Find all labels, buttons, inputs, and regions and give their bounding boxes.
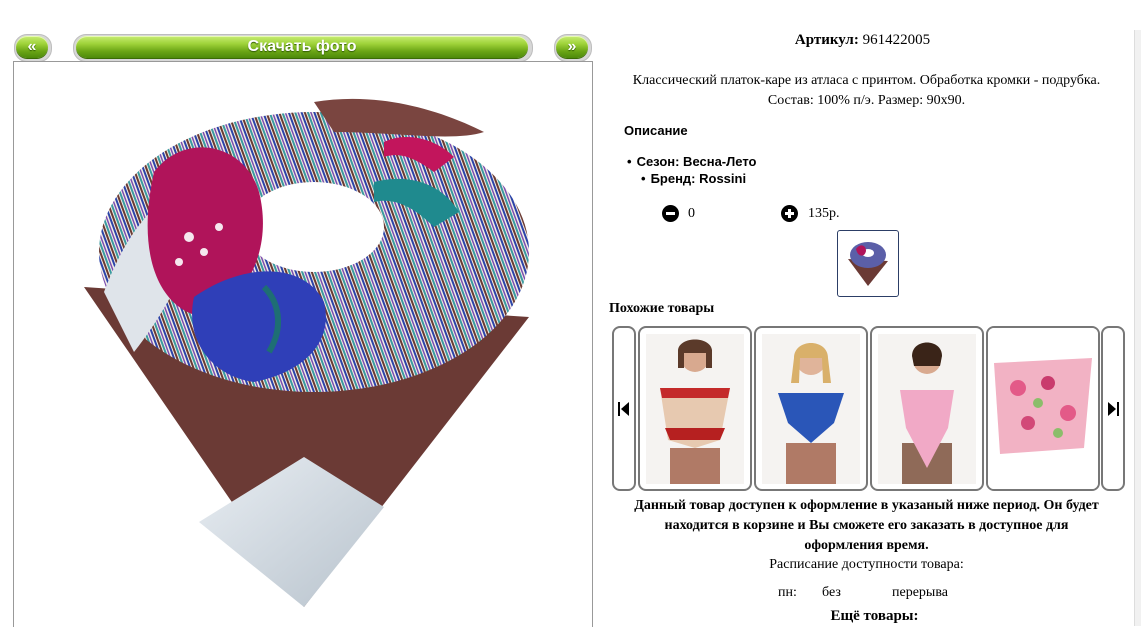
availability-notice: Данный товар доступен к оформление в ука… <box>592 496 1141 556</box>
product-photo[interactable] <box>14 62 592 627</box>
skip-back-icon <box>618 402 629 416</box>
availability-line-1: Данный товар доступен к оформление в ука… <box>634 498 1099 513</box>
property-brand-text: Бренд: Rossini <box>650 171 747 186</box>
next-photo-button[interactable]: » <box>556 36 588 58</box>
similar-item-2-image <box>762 334 860 484</box>
similar-item-4-image <box>988 328 1098 489</box>
photo-thumbnail[interactable] <box>837 230 899 297</box>
description-section-title: Описание <box>624 123 688 138</box>
schedule-title: Расписание доступности товара: <box>769 557 964 572</box>
schedule-to: перерыва <box>892 585 948 600</box>
description-line-2: Состав: 100% п/э. Размер: 90x90. <box>767 93 966 108</box>
skip-forward-icon <box>1108 402 1119 416</box>
plus-icon[interactable] <box>781 205 798 222</box>
carousel-prev-button[interactable] <box>612 326 636 491</box>
prev-photo-button[interactable]: « <box>16 36 48 58</box>
property-season: Сезон: Весна-Лето <box>627 153 757 170</box>
property-brand: Бренд: Rossini <box>627 170 756 187</box>
minus-icon[interactable] <box>662 205 679 222</box>
property-season-text: Сезон: Весна-Лето <box>636 154 757 169</box>
product-photo-frame <box>13 61 593 627</box>
product-properties: Сезон: Весна-Лето Бренд: Rossini <box>627 153 757 187</box>
availability-line-2: находится в корзине и Вы сможете его зак… <box>664 518 1069 533</box>
availability-line-3: оформления время. <box>804 538 929 553</box>
article-line: Артикул: 961422005 <box>590 32 1135 49</box>
similar-item-2[interactable] <box>754 326 868 491</box>
similar-item-3-image <box>878 334 976 484</box>
schedule-day: пн: <box>778 585 797 600</box>
similar-item-4[interactable] <box>986 326 1100 491</box>
price-value: 135р. <box>808 206 840 221</box>
article-value: 961422005 <box>862 32 931 48</box>
similar-item-1-image <box>646 334 744 484</box>
carousel-next-button[interactable] <box>1101 326 1125 491</box>
more-products-title: Ещё товары: <box>830 608 919 624</box>
download-photo-button[interactable]: Скачать фото <box>76 36 528 58</box>
similar-item-3[interactable] <box>870 326 984 491</box>
quantity-value: 0 <box>688 206 695 221</box>
similar-item-1[interactable] <box>638 326 752 491</box>
product-description: Классический платок-каре из атласа с при… <box>592 71 1141 111</box>
page-scrollbar[interactable] <box>1134 30 1141 626</box>
thumbnail-image <box>848 242 888 286</box>
article-label: Артикул: <box>794 32 859 48</box>
schedule-from: без <box>822 585 841 600</box>
similar-products-title: Похожие товары <box>609 301 715 316</box>
description-line-1: Классический платок-каре из атласа с при… <box>632 73 1101 88</box>
